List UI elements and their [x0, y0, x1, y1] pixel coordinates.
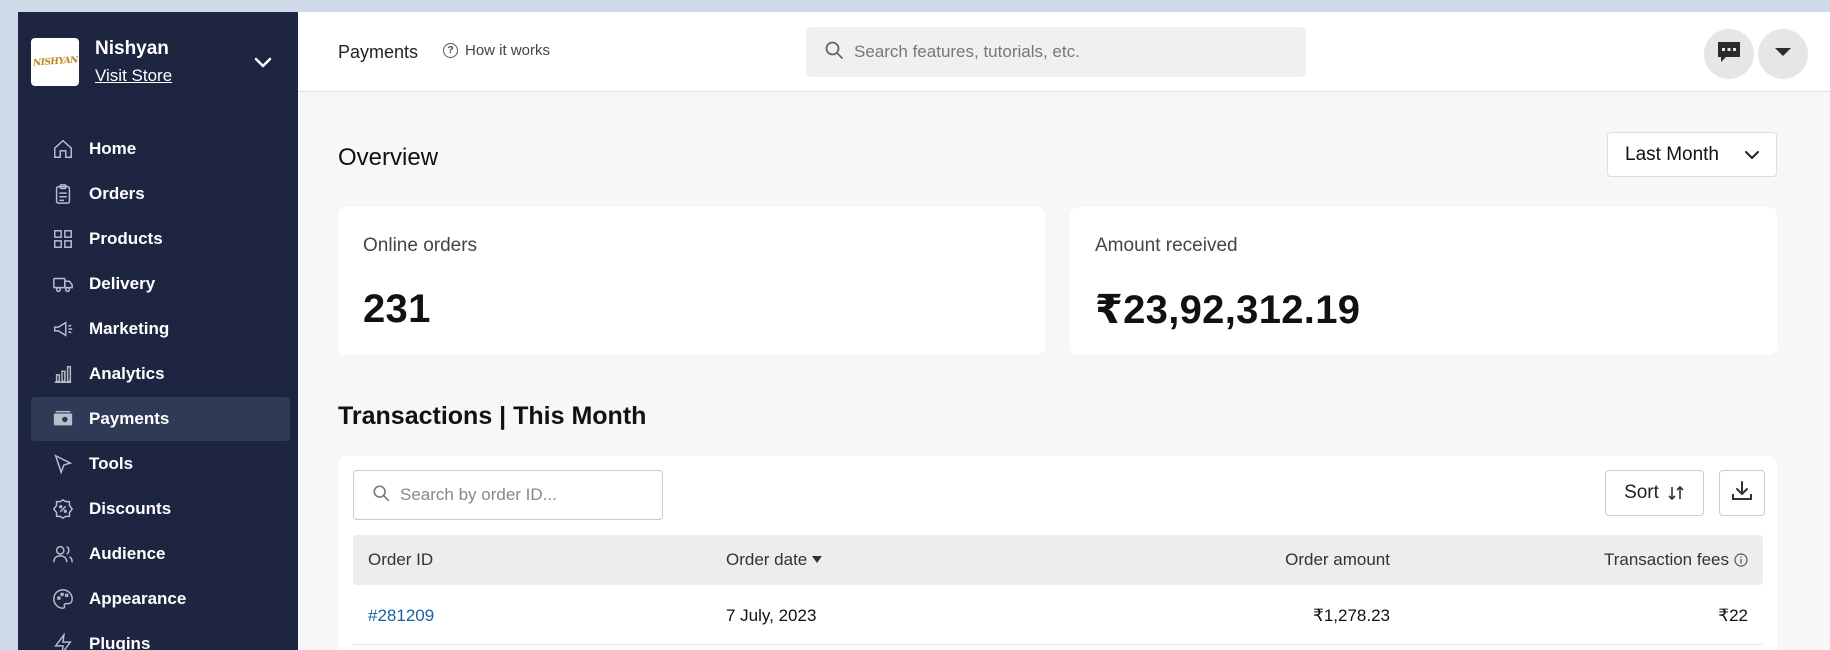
- sidebar-item-analytics[interactable]: Analytics: [31, 352, 290, 396]
- amount-received-label: Amount received: [1095, 235, 1238, 256]
- sort-desc-icon: [812, 556, 823, 564]
- sidebar-item-label: Appearance: [89, 589, 187, 608]
- table-row[interactable]: #281209 7 July, 2023 ₹1,278.23 ₹22: [353, 585, 1763, 645]
- sidebar-item-discounts[interactable]: Discounts: [31, 487, 290, 531]
- col-order-amount-label: Order amount: [1285, 550, 1390, 569]
- date-range-select[interactable]: Last Month: [1607, 132, 1777, 177]
- col-fees-label: Transaction fees: [1603, 550, 1729, 569]
- chat-bubble-icon: [1716, 40, 1742, 69]
- lightning-icon: [51, 632, 75, 650]
- store-switcher[interactable]: NISHYAN Nishyan Visit Store: [31, 32, 281, 92]
- sidebar-item-label: Delivery: [89, 274, 156, 293]
- store-logo: NISHYAN: [31, 38, 79, 86]
- search-icon: [372, 484, 390, 507]
- sidebar-nav: Home Orders Products Delivery Marketing …: [31, 127, 290, 650]
- sidebar-item-label: Audience: [89, 544, 166, 563]
- sidebar-item-appearance[interactable]: Appearance: [31, 577, 290, 621]
- date-range-value: Last Month: [1625, 143, 1719, 165]
- amount-received-card: Amount received ₹23,92,312.19: [1070, 207, 1777, 355]
- info-icon[interactable]: [1734, 553, 1748, 567]
- sidebar-item-label: Tools: [89, 454, 134, 473]
- chat-button[interactable]: [1704, 29, 1754, 79]
- order-date-cell: 7 July, 2023: [726, 606, 817, 625]
- order-search-input[interactable]: [400, 485, 650, 505]
- sidebar-item-delivery[interactable]: Delivery: [31, 262, 290, 306]
- transaction-fee-cell: ₹22: [1718, 606, 1748, 625]
- main-content: Payments ? How it works Search features,…: [298, 12, 1830, 650]
- sidebar-item-label: Products: [89, 229, 163, 248]
- how-it-works-link[interactable]: ? How it works: [443, 42, 550, 59]
- online-orders-label: Online orders: [363, 235, 478, 256]
- transactions-panel: Sort Order ID Order date: [338, 456, 1777, 650]
- sidebar: NISHYAN Nishyan Visit Store Home Orders …: [18, 12, 298, 650]
- col-order-date[interactable]: Order date: [726, 550, 823, 570]
- col-transaction-fees: Transaction fees: [1604, 550, 1748, 570]
- sidebar-item-label: Orders: [89, 184, 145, 203]
- store-name: Nishyan: [95, 38, 169, 59]
- how-it-works-label: How it works: [465, 42, 551, 59]
- order-amount-cell: ₹1,278.23: [1313, 606, 1390, 625]
- top-bar: Payments ? How it works: [298, 12, 1830, 92]
- chevron-down-icon[interactable]: [253, 52, 273, 77]
- megaphone-icon: [51, 317, 75, 341]
- sidebar-item-orders[interactable]: Orders: [31, 172, 290, 216]
- download-button[interactable]: [1719, 470, 1765, 516]
- bar-chart-icon: [51, 362, 75, 386]
- sidebar-item-audience[interactable]: Audience: [31, 532, 290, 576]
- sidebar-item-plugins[interactable]: Plugins: [31, 622, 290, 650]
- sort-label: Sort: [1624, 482, 1659, 503]
- store-logo-text: NISHYAN: [32, 55, 78, 69]
- col-order-id-label: Order ID: [368, 550, 434, 569]
- sidebar-item-label: Discounts: [89, 499, 172, 518]
- overview-heading: Overview: [338, 144, 439, 171]
- page-title: Payments: [338, 42, 419, 62]
- sidebar-item-label: Home: [89, 139, 137, 158]
- grid-icon: [51, 227, 75, 251]
- order-search[interactable]: [353, 470, 663, 520]
- sort-button[interactable]: Sort: [1605, 470, 1704, 516]
- sidebar-item-marketing[interactable]: Marketing: [31, 307, 290, 351]
- sort-arrows-icon: [1667, 484, 1685, 502]
- cursor-icon: [51, 452, 75, 476]
- sidebar-item-label: Analytics: [89, 364, 165, 383]
- table-header: Order ID Order date Order amount Transac…: [353, 535, 1763, 585]
- online-orders-card: Online orders 231: [338, 207, 1045, 355]
- chevron-down-icon: [1744, 147, 1760, 169]
- sidebar-item-home[interactable]: Home: [31, 127, 290, 171]
- sidebar-item-label: Plugins: [89, 634, 151, 650]
- account-menu-button[interactable]: [1758, 29, 1808, 79]
- money-icon: [51, 407, 75, 431]
- help-icon: ?: [443, 43, 458, 58]
- users-icon: [51, 542, 75, 566]
- search-icon: [824, 40, 844, 65]
- sidebar-item-label: Payments: [89, 409, 170, 428]
- sidebar-item-products[interactable]: Products: [31, 217, 290, 261]
- amount-received-value: ₹23,92,312.19: [1095, 288, 1361, 332]
- global-search-input[interactable]: [854, 42, 1294, 62]
- col-order-id: Order ID: [368, 550, 433, 570]
- visit-store-link[interactable]: Visit Store: [95, 66, 172, 86]
- caret-down-icon: [1774, 45, 1792, 63]
- discount-badge-icon: [51, 497, 75, 521]
- order-id-link[interactable]: #281209: [368, 606, 434, 626]
- truck-icon: [51, 272, 75, 296]
- col-order-date-label: Order date: [726, 550, 808, 569]
- sidebar-item-payments[interactable]: Payments: [31, 397, 290, 441]
- clipboard-icon: [51, 182, 75, 206]
- col-order-amount: Order amount: [1285, 550, 1390, 570]
- transactions-heading: Transactions | This Month: [338, 402, 647, 430]
- sidebar-item-tools[interactable]: Tools: [31, 442, 290, 486]
- sidebar-item-label: Marketing: [89, 319, 170, 338]
- palette-icon: [51, 587, 75, 611]
- app-window: NISHYAN Nishyan Visit Store Home Orders …: [18, 12, 1830, 650]
- download-icon: [1730, 479, 1754, 508]
- global-search[interactable]: [806, 27, 1306, 77]
- store-info: Nishyan Visit Store: [95, 38, 172, 86]
- home-icon: [51, 137, 75, 161]
- online-orders-value: 231: [363, 287, 431, 331]
